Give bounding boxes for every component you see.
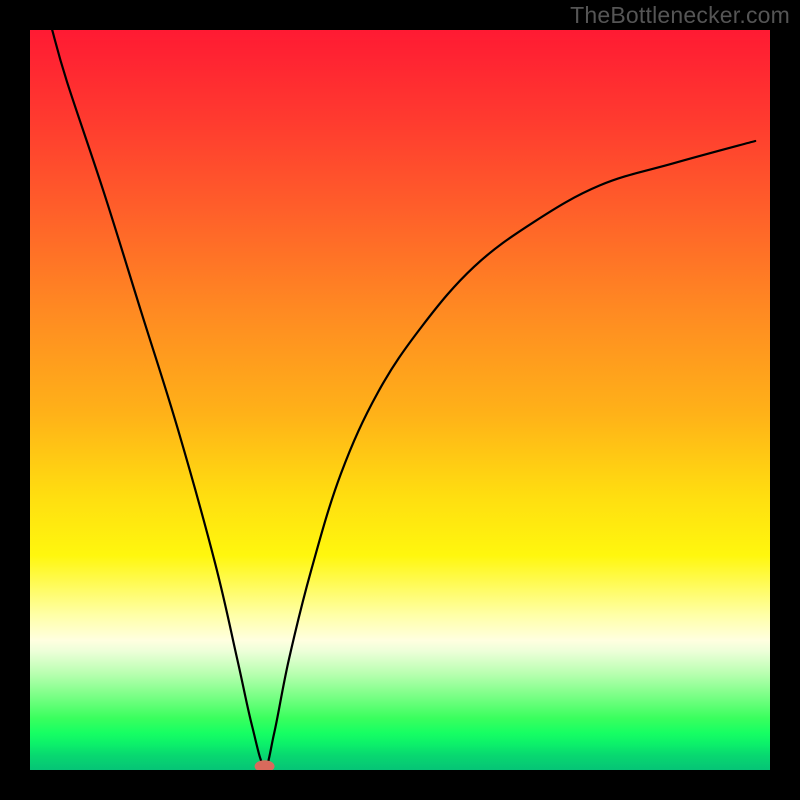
marker-svg — [30, 30, 770, 770]
watermark-text: TheBottlenecker.com — [570, 2, 790, 29]
plot-area — [30, 30, 770, 770]
minimum-marker — [255, 760, 275, 770]
chart-frame: TheBottlenecker.com — [0, 0, 800, 800]
